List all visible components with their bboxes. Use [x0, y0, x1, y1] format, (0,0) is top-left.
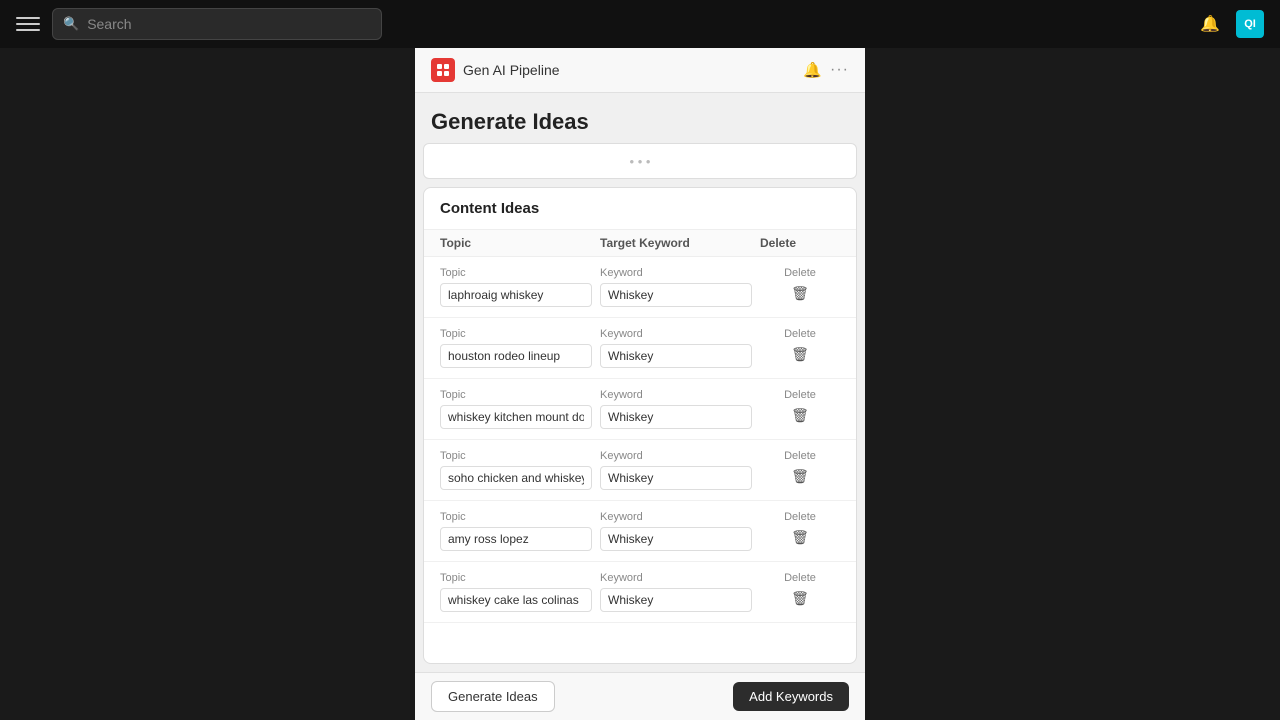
topic-col: Topic: [440, 389, 592, 429]
delete-col: Delete 🗑: [760, 511, 840, 548]
keyword-input[interactable]: [600, 588, 752, 612]
delete-col: Delete 🗑: [760, 450, 840, 487]
panel-title: Gen AI Pipeline: [463, 62, 795, 78]
panel-menu-icon[interactable]: ···: [830, 61, 849, 79]
topic-input[interactable]: [440, 344, 592, 368]
topic-label: Topic: [440, 389, 592, 401]
table-row: Topic Keyword Delete 🗑: [424, 562, 856, 623]
keyword-label: Keyword: [600, 511, 752, 523]
table-body: Topic Keyword Delete 🗑 Topic Keyword Del: [424, 257, 856, 663]
keyword-input[interactable]: [600, 466, 752, 490]
delete-button[interactable]: 🗑: [787, 527, 813, 548]
topic-input[interactable]: [440, 527, 592, 551]
collapsed-bar: • • •: [423, 143, 857, 179]
keyword-col: Keyword: [600, 511, 752, 551]
topic-col: Topic: [440, 328, 592, 368]
delete-label: Delete: [784, 389, 816, 401]
keyword-label: Keyword: [600, 267, 752, 279]
table-row: Topic Keyword Delete 🗑: [424, 501, 856, 562]
notification-bell-icon[interactable]: 🔔: [1196, 10, 1224, 38]
topic-label: Topic: [440, 450, 592, 462]
delete-button[interactable]: 🗑: [787, 466, 813, 487]
table-header: Topic Target Keyword Delete: [424, 230, 856, 257]
app-container: 🔍 🔔 QI Gen AI Pipeline 🔔 ··· Generate Id…: [0, 0, 1280, 720]
avatar[interactable]: QI: [1236, 10, 1264, 38]
delete-col: Delete 🗑: [760, 328, 840, 365]
topic-col: Topic: [440, 450, 592, 490]
topic-col: Topic: [440, 267, 592, 307]
keyword-col: Keyword: [600, 328, 752, 368]
hamburger-menu-icon[interactable]: [16, 12, 40, 36]
topic-col: Topic: [440, 511, 592, 551]
delete-button[interactable]: 🗑: [787, 344, 813, 365]
topic-input[interactable]: [440, 588, 592, 612]
keyword-input[interactable]: [600, 283, 752, 307]
delete-col: Delete 🗑: [760, 572, 840, 609]
delete-label: Delete: [784, 267, 816, 279]
col-header-delete: Delete: [760, 236, 840, 250]
delete-label: Delete: [784, 450, 816, 462]
search-icon: 🔍: [63, 16, 79, 32]
delete-label: Delete: [784, 511, 816, 523]
delete-label: Delete: [784, 328, 816, 340]
collapsed-placeholder: • • •: [630, 154, 651, 169]
content-ideas-card: Content Ideas Topic Target Keyword Delet…: [423, 187, 857, 664]
keyword-col: Keyword: [600, 267, 752, 307]
keyword-label: Keyword: [600, 389, 752, 401]
keyword-label: Keyword: [600, 572, 752, 584]
panel-header: Gen AI Pipeline 🔔 ···: [415, 48, 865, 93]
page-title: Generate Ideas: [415, 93, 865, 143]
col-header-topic: Topic: [440, 236, 600, 250]
keyword-col: Keyword: [600, 572, 752, 612]
topic-col: Topic: [440, 572, 592, 612]
keyword-input[interactable]: [600, 527, 752, 551]
delete-button[interactable]: 🗑: [787, 283, 813, 304]
topic-input[interactable]: [440, 466, 592, 490]
generate-ideas-button[interactable]: Generate Ideas: [431, 681, 555, 712]
table-row: Topic Keyword Delete 🗑: [424, 318, 856, 379]
collapsed-section: • • •: [415, 143, 865, 187]
main-panel: Gen AI Pipeline 🔔 ··· Generate Ideas • •…: [415, 48, 865, 720]
panel-bell-icon[interactable]: 🔔: [803, 61, 822, 79]
topic-label: Topic: [440, 572, 592, 584]
pipeline-icon: [431, 58, 455, 82]
delete-col: Delete 🗑: [760, 267, 840, 304]
keyword-input[interactable]: [600, 405, 752, 429]
top-nav: 🔍 🔔 QI: [0, 0, 1280, 48]
topic-input[interactable]: [440, 405, 592, 429]
topic-label: Topic: [440, 267, 592, 279]
table-row: Topic Keyword Delete 🗑: [424, 379, 856, 440]
delete-button[interactable]: 🗑: [787, 405, 813, 426]
col-header-keyword: Target Keyword: [600, 236, 760, 250]
table-row: Topic Keyword Delete 🗑: [424, 440, 856, 501]
table-row: Topic Keyword Delete 🗑: [424, 257, 856, 318]
topic-label: Topic: [440, 511, 592, 523]
add-keywords-button[interactable]: Add Keywords: [733, 682, 849, 711]
topic-input[interactable]: [440, 283, 592, 307]
delete-label: Delete: [784, 572, 816, 584]
delete-col: Delete 🗑: [760, 389, 840, 426]
keyword-col: Keyword: [600, 389, 752, 429]
content-ideas-title: Content Ideas: [424, 188, 856, 230]
search-bar: 🔍: [52, 8, 382, 40]
delete-button[interactable]: 🗑: [787, 588, 813, 609]
keyword-input[interactable]: [600, 344, 752, 368]
keyword-label: Keyword: [600, 328, 752, 340]
keyword-col: Keyword: [600, 450, 752, 490]
search-input[interactable]: [87, 16, 371, 32]
keyword-label: Keyword: [600, 450, 752, 462]
topic-label: Topic: [440, 328, 592, 340]
bottom-bar: Generate Ideas Add Keywords: [415, 672, 865, 720]
